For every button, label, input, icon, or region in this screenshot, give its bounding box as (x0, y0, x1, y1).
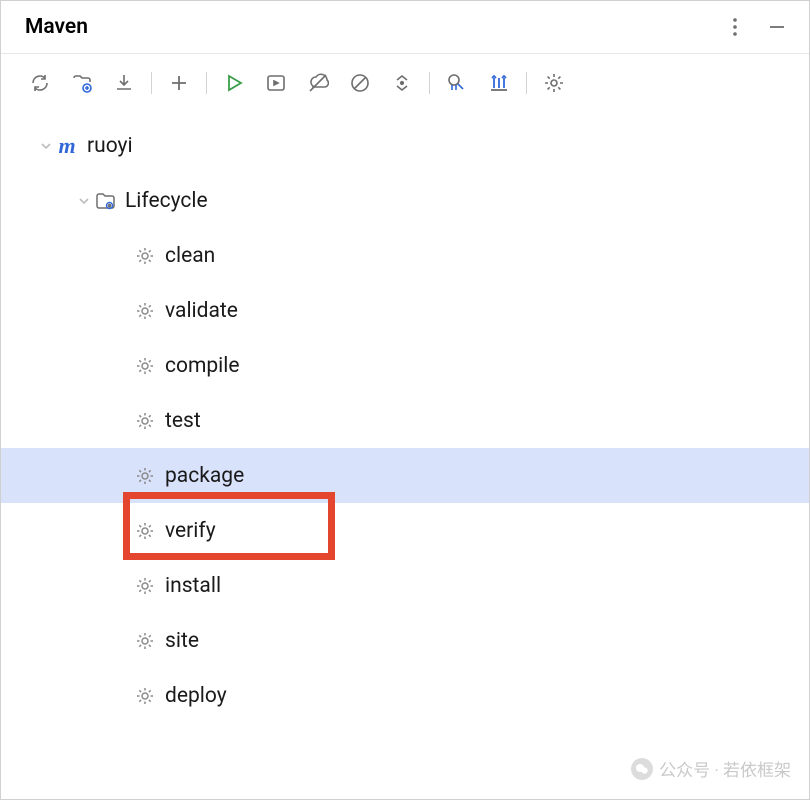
goal-label: verify (165, 519, 216, 543)
run-icon[interactable] (213, 68, 255, 98)
goal-label: validate (165, 299, 238, 323)
generate-sources-icon[interactable] (61, 68, 103, 98)
watermark: 公众号 · 若依框架 (631, 756, 791, 781)
show-diagram-icon[interactable] (478, 68, 520, 98)
maven-module-icon: m (55, 134, 79, 158)
skip-tests-icon[interactable] (339, 68, 381, 98)
tree-lifecycle-label: Lifecycle (125, 189, 208, 213)
header-actions (723, 15, 789, 39)
lifecycle-goal-validate[interactable]: validate (1, 283, 809, 338)
toggle-offline-icon[interactable] (297, 68, 339, 98)
add-project-icon[interactable] (158, 68, 200, 98)
goal-label: clean (165, 244, 215, 268)
lifecycle-goal-package[interactable]: package (1, 448, 809, 503)
tree-root-ruoyi[interactable]: m ruoyi (1, 118, 809, 173)
goal-label: package (165, 464, 244, 488)
panel-header: Maven (1, 1, 809, 54)
reload-icon[interactable] (19, 68, 61, 98)
gear-icon (133, 464, 157, 488)
gear-icon (133, 354, 157, 378)
show-dependencies-icon[interactable] (436, 68, 478, 98)
wechat-icon (631, 758, 653, 780)
lifecycle-goal-compile[interactable]: compile (1, 338, 809, 393)
tree-root-label: ruoyi (87, 134, 133, 158)
gear-icon (133, 629, 157, 653)
goal-label: test (165, 409, 201, 433)
gear-icon (133, 299, 157, 323)
settings-icon[interactable] (533, 68, 575, 98)
minimize-icon[interactable] (765, 15, 789, 39)
collapse-all-icon[interactable] (381, 68, 423, 98)
run-configurations-icon[interactable] (255, 68, 297, 98)
gear-icon (133, 519, 157, 543)
goal-label: install (165, 574, 221, 598)
more-options-icon[interactable] (723, 15, 747, 39)
folder-gear-icon (93, 189, 117, 213)
toolbar-separator (526, 72, 527, 94)
tree-node-lifecycle[interactable]: Lifecycle (1, 173, 809, 228)
toolbar-separator (429, 72, 430, 94)
lifecycle-goal-test[interactable]: test (1, 393, 809, 448)
goal-label: site (165, 629, 199, 653)
goal-label: compile (165, 354, 240, 378)
chevron-down-icon (77, 195, 91, 207)
download-sources-icon[interactable] (103, 68, 145, 98)
toolbar-separator (206, 72, 207, 94)
lifecycle-goal-deploy[interactable]: deploy (1, 668, 809, 723)
lifecycle-goal-install[interactable]: install (1, 558, 809, 613)
panel-title: Maven (25, 15, 88, 39)
maven-tree: m ruoyi Lifecycle clean validate compile (1, 112, 809, 729)
goal-label: deploy (165, 684, 227, 708)
lifecycle-goal-site[interactable]: site (1, 613, 809, 668)
lifecycle-goal-verify[interactable]: verify (1, 503, 809, 558)
watermark-text: 公众号 · 若依框架 (659, 756, 791, 781)
gear-icon (133, 574, 157, 598)
gear-icon (133, 409, 157, 433)
toolbar-separator (151, 72, 152, 94)
gear-icon (133, 684, 157, 708)
gear-icon (133, 244, 157, 268)
lifecycle-goal-clean[interactable]: clean (1, 228, 809, 283)
maven-toolbar (1, 54, 809, 112)
chevron-down-icon (39, 140, 53, 152)
